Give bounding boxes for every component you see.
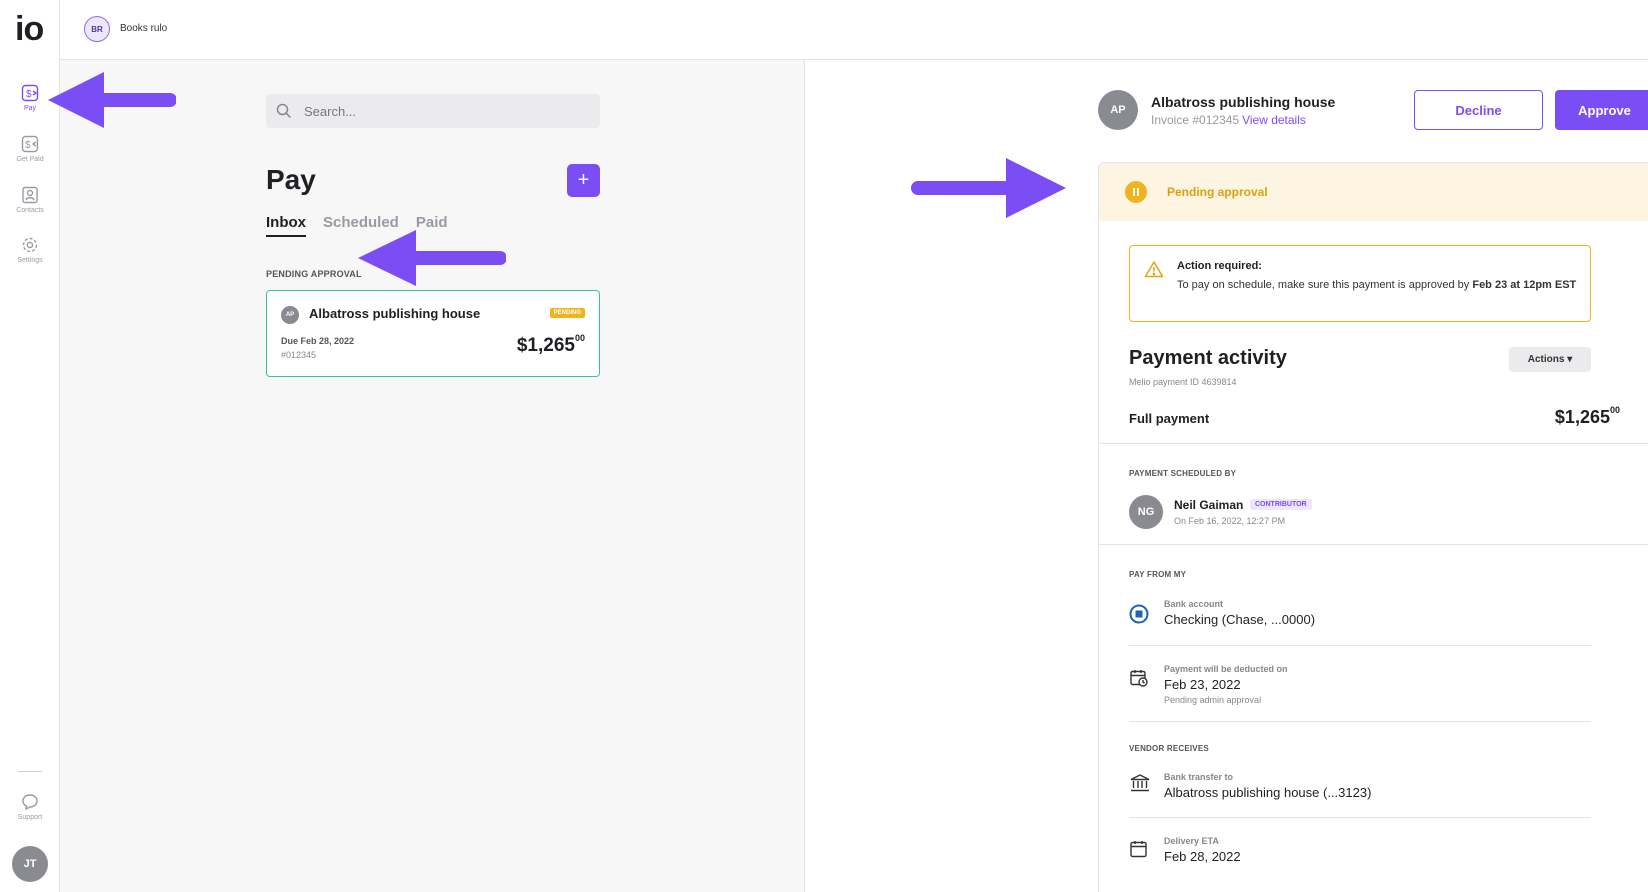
transfer-label: Bank transfer to <box>1164 772 1234 782</box>
annotation-arrow <box>48 72 176 128</box>
amount-main: $1,265 <box>516 335 575 356</box>
chat-bubble-icon <box>22 794 38 811</box>
payment-detail-pane: AP Albatross publishing house Invoice #0… <box>806 60 1648 892</box>
nav-label: Settings <box>17 257 43 264</box>
org-avatar[interactable]: BR <box>84 16 110 42</box>
svg-text:$: $ <box>25 140 31 151</box>
get-paid-icon: $ <box>21 135 39 153</box>
scheduler-avatar: NG <box>1129 495 1163 529</box>
svg-text:$: $ <box>26 89 32 100</box>
amount-main: $1,265 <box>1554 407 1610 427</box>
user-avatar[interactable]: JT <box>12 846 48 882</box>
nav-label: Get Paid <box>16 156 44 163</box>
amount-cents: 00 <box>574 333 585 343</box>
divider <box>1099 443 1648 444</box>
divider <box>1099 544 1648 545</box>
calendar-icon <box>1130 841 1147 858</box>
org-name[interactable]: Books rulo <box>120 23 167 34</box>
nav-item-contacts[interactable]: Contacts <box>0 186 60 214</box>
alert-body-text: To pay on schedule, make sure this payme… <box>1177 279 1473 291</box>
delivery-eta-value: Feb 28, 2022 <box>1164 849 1241 864</box>
divider <box>1129 817 1591 818</box>
pause-icon <box>1125 181 1147 203</box>
section-label-pay-from: PAY FROM MY <box>1129 570 1187 579</box>
alert-title: Action required: <box>1177 260 1262 272</box>
bank-building-icon <box>1130 774 1150 792</box>
payment-activity-title: Payment activity <box>1129 347 1287 369</box>
section-label-vendor-receives: VENDOR RECEIVES <box>1129 744 1209 753</box>
payment-card[interactable]: AP Albatross publishing house PENDING Du… <box>266 290 600 377</box>
status-badge: PENDING <box>549 308 585 318</box>
search-box[interactable] <box>266 94 600 128</box>
action-required-alert: Action required: To pay on schedule, mak… <box>1129 245 1591 322</box>
warning-icon <box>1144 261 1164 278</box>
tab-inbox[interactable]: Inbox <box>266 214 306 237</box>
app: io $ Pay $ Get Paid Contacts Settings Su… <box>0 0 1648 892</box>
search-input[interactable] <box>304 94 584 128</box>
nav-item-settings[interactable]: Settings <box>0 236 60 264</box>
actions-dropdown[interactable]: Actions ▾ <box>1509 347 1591 372</box>
calendar-clock-icon <box>1130 670 1148 687</box>
vendor-avatar: AP <box>1098 90 1138 130</box>
full-payment-label: Full payment <box>1129 411 1210 426</box>
vendor-avatar: AP <box>281 306 299 324</box>
scheduler-name: Neil Gaiman <box>1174 498 1244 512</box>
add-payment-button[interactable]: + <box>567 164 600 197</box>
deduction-date-label: Payment will be deducted on <box>1164 664 1288 674</box>
deduction-date-value: Feb 23, 2022 <box>1164 677 1241 692</box>
deduction-note: Pending admin approval <box>1164 695 1262 705</box>
annotation-arrow <box>911 158 1066 218</box>
invoice-number: #012345 <box>281 350 317 360</box>
payment-amount: $1,26500 <box>516 333 585 357</box>
nav-item-get-paid[interactable]: $ Get Paid <box>0 135 60 163</box>
decline-button[interactable]: Decline <box>1414 90 1543 130</box>
role-badge: CONTRIBUTOR <box>1250 499 1312 510</box>
vendor-name: Albatross publishing house <box>1151 94 1336 110</box>
payment-id: Melio payment ID 4639814 <box>1129 377 1237 387</box>
status-bar: Pending approval <box>1099 163 1648 221</box>
scheduled-date: On Feb 16, 2022, 12:27 PM <box>1174 516 1286 526</box>
payment-amount: $1,26500 <box>1554 405 1620 428</box>
app-logo[interactable]: io <box>15 12 44 46</box>
amount-cents: 00 <box>1609 405 1620 415</box>
payments-list-pane: Pay + Inbox Scheduled Paid PENDING APPRO… <box>60 60 805 892</box>
section-label-pending-approval: PENDING APPROVAL <box>266 269 362 279</box>
payment-panel: Pending approval Action required: To pay… <box>1098 162 1648 892</box>
divider <box>1129 645 1591 646</box>
view-details-link[interactable]: View details <box>1242 113 1306 127</box>
invoice-line: Invoice #012345 View details <box>1151 113 1306 127</box>
nav-label: Contacts <box>16 207 44 214</box>
search-icon <box>276 103 292 119</box>
gear-icon <box>22 237 38 253</box>
top-bar: BR Books rulo <box>60 0 1648 60</box>
transfer-value: Albatross publishing house (...3123) <box>1164 785 1372 800</box>
alert-deadline: Feb 23 at 12pm EST <box>1472 279 1577 291</box>
annotation-arrow <box>358 230 506 286</box>
delivery-eta-label: Delivery ETA <box>1164 836 1219 846</box>
left-nav-rail: io $ Pay $ Get Paid Contacts Settings Su… <box>0 0 60 892</box>
vendor-name: Albatross publishing house <box>309 306 481 321</box>
page-title: Pay <box>266 164 316 195</box>
bank-account-value: Checking (Chase, ...0000) <box>1164 612 1316 627</box>
nav-item-support[interactable]: Support <box>0 793 60 821</box>
divider <box>1129 721 1591 722</box>
nav-label: Support <box>17 814 43 821</box>
alert-body: To pay on schedule, make sure this payme… <box>1177 277 1577 293</box>
bank-account-label: Bank account <box>1164 599 1224 609</box>
invoice-number: Invoice #012345 <box>1151 113 1240 127</box>
due-date: Due Feb 28, 2022 <box>281 336 355 346</box>
status-text: Pending approval <box>1167 185 1268 199</box>
pay-icon: $ <box>21 84 39 102</box>
bank-logo-icon <box>1129 604 1149 624</box>
section-label-scheduled-by: PAYMENT SCHEDULED BY <box>1129 469 1237 478</box>
contacts-icon <box>22 186 38 204</box>
approve-button[interactable]: Approve <box>1555 90 1648 130</box>
rail-divider <box>18 771 42 772</box>
